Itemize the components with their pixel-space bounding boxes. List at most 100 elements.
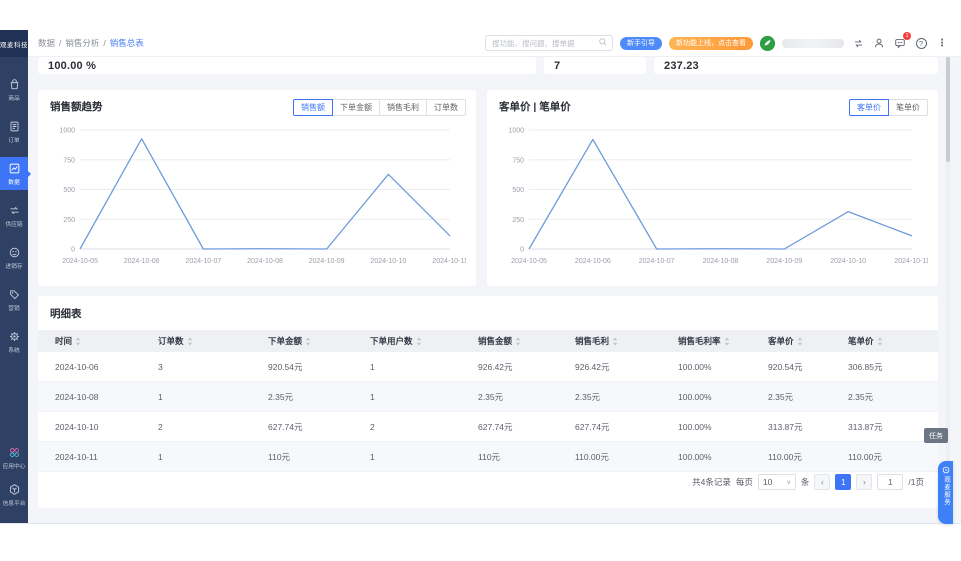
table-cell: 110元 <box>461 442 558 471</box>
table-cell: 100.00% <box>661 442 751 471</box>
sidebar-item-orders[interactable]: 订单 <box>0 115 28 148</box>
pagination: 共4条记录 每页 10 ∨ 条 ‹ 1 › /1页 <box>692 474 924 490</box>
table-cell: 110.00元 <box>751 442 831 471</box>
column-header[interactable]: 客单价 <box>751 330 831 352</box>
help-icon[interactable]: ? <box>914 36 928 50</box>
per-page-label: 每页 <box>736 476 753 488</box>
app-logo[interactable]: 观麦科技 <box>0 30 28 57</box>
sales-trend-chart-card: 销售额趋势 销售额下单金额销售毛利订单数 025050075010002024-… <box>38 90 476 286</box>
more-icon[interactable]: ⋮ <box>935 36 949 50</box>
column-header[interactable]: 销售金额 <box>461 330 558 352</box>
svg-text:1000: 1000 <box>508 128 524 135</box>
breadcrumb: 数据/销售分析/销售总表 <box>38 37 144 49</box>
sidebar-item-info-platform[interactable]: 信息平台 <box>0 478 28 511</box>
sort-icon[interactable] <box>797 337 803 346</box>
sort-icon[interactable] <box>515 337 521 346</box>
table-cell: 2024-10-11 <box>38 442 141 471</box>
stat-card: 7 <box>544 57 646 74</box>
supply-icon <box>8 204 21 217</box>
chart-tab[interactable]: 客单价 <box>849 99 889 116</box>
chart-tab[interactable]: 笔单价 <box>888 99 928 116</box>
column-header[interactable]: 订单数 <box>141 330 251 352</box>
unit-label: 条 <box>801 476 810 488</box>
column-header[interactable]: 笔单价 <box>831 330 938 352</box>
sidebar-item-label: 数据 <box>8 177 19 186</box>
column-header[interactable]: 下单用户数 <box>353 330 461 352</box>
svg-text:500: 500 <box>512 187 524 194</box>
sidebar-item-inventory[interactable]: 进销存 <box>0 241 28 274</box>
task-floating-tab[interactable]: 任务 <box>924 428 948 443</box>
table-cell: 100.00% <box>661 352 751 381</box>
sort-icon[interactable] <box>75 337 81 346</box>
sort-icon[interactable] <box>724 337 730 346</box>
app-window: 观麦科技 数据/销售分析/销售总表 新手引导 新功能上线，点击查看 <box>0 30 961 524</box>
promo-button[interactable]: 新功能上线，点击查看 <box>669 37 753 50</box>
scrollbar-track[interactable] <box>946 57 950 523</box>
page-jump-input[interactable] <box>877 474 903 490</box>
sidebar-item-marketing[interactable]: 营销 <box>0 283 28 316</box>
breadcrumb-item[interactable]: 销售分析 <box>65 37 99 49</box>
swap-account-icon[interactable] <box>851 36 865 50</box>
chart-tab[interactable]: 订单数 <box>426 99 466 116</box>
sidebar: 商品订单数据供应链进销存营销系统 应用中心信息平台 <box>0 57 28 523</box>
breadcrumb-item[interactable]: 销售总表 <box>110 37 144 49</box>
prev-page-button[interactable]: ‹ <box>814 474 830 490</box>
table-cell: 110.00元 <box>558 442 661 471</box>
sales-trend-line-chart: 025050075010002024-10-052024-10-062024-1… <box>46 120 466 270</box>
column-header[interactable]: 销售毛利率 <box>661 330 751 352</box>
scrollbar-thumb[interactable] <box>946 57 950 162</box>
svg-text:2024-10-08: 2024-10-08 <box>247 258 283 265</box>
app-logo-text: 观麦科技 <box>0 39 28 49</box>
sidebar-item-app-center[interactable]: 应用中心 <box>0 441 28 474</box>
column-header[interactable]: 时间 <box>38 330 141 352</box>
table-cell: 2.35元 <box>751 382 831 411</box>
service-floating-tab[interactable]: 观麦服务 <box>938 461 953 524</box>
table-cell: 1 <box>353 382 461 411</box>
column-header[interactable]: 下单金额 <box>251 330 353 352</box>
sidebar-item-data[interactable]: 数据 <box>0 157 28 190</box>
search-input[interactable] <box>492 39 598 48</box>
svg-text:2024-10-07: 2024-10-07 <box>185 258 221 265</box>
breadcrumb-item[interactable]: 数据 <box>38 37 55 49</box>
detail-table-card: 明细表 时间订单数下单金额下单用户数销售金额销售毛利销售毛利率客单价笔单价 20… <box>38 296 938 508</box>
search-icon <box>598 34 608 52</box>
column-header[interactable]: 销售毛利 <box>558 330 661 352</box>
contact-icon[interactable] <box>872 36 886 50</box>
sidebar-item-goods[interactable]: 商品 <box>0 73 28 106</box>
per-page-select[interactable]: 10 ∨ <box>758 474 796 490</box>
chart-tab[interactable]: 下单金额 <box>332 99 380 116</box>
sort-icon[interactable] <box>305 337 311 346</box>
next-page-button[interactable]: › <box>856 474 872 490</box>
svg-text:2024-10-07: 2024-10-07 <box>639 258 675 265</box>
chart-tabs: 销售额下单金额销售毛利订单数 <box>293 99 466 116</box>
table-cell: 110.00元 <box>831 442 938 471</box>
table-cell: 926.42元 <box>558 352 661 381</box>
order-icon <box>8 120 21 133</box>
chart-title: 销售额趋势 <box>50 99 103 114</box>
chart-tab[interactable]: 销售毛利 <box>379 99 427 116</box>
sidebar-item-supply-chain[interactable]: 供应链 <box>0 199 28 232</box>
guide-button[interactable]: 新手引导 <box>620 37 662 50</box>
svg-text:750: 750 <box>63 157 75 164</box>
sort-icon[interactable] <box>612 337 618 346</box>
svg-text:2024-10-08: 2024-10-08 <box>703 258 739 265</box>
gear-icon <box>8 330 21 343</box>
avatar[interactable] <box>760 36 775 51</box>
sort-icon[interactable] <box>187 337 193 346</box>
navbar-right: 新手引导 新功能上线，点击查看 1 ? ⋮ <box>485 35 961 51</box>
message-badge: 1 <box>903 32 911 40</box>
page-1-button[interactable]: 1 <box>835 474 851 490</box>
svg-text:2024-10-09: 2024-10-09 <box>309 258 345 265</box>
sort-icon[interactable] <box>416 337 422 346</box>
sidebar-item-label: 营销 <box>8 303 19 312</box>
table-cell: 2024-10-08 <box>38 382 141 411</box>
table-cell: 2.35元 <box>461 382 558 411</box>
sidebar-item-system[interactable]: 系统 <box>0 325 28 358</box>
message-icon[interactable]: 1 <box>893 36 907 50</box>
global-search[interactable] <box>485 35 613 51</box>
chart-tab[interactable]: 销售额 <box>293 99 333 116</box>
sidebar-item-label: 应用中心 <box>3 461 26 470</box>
table-cell: 100.00% <box>661 412 751 441</box>
sort-icon[interactable] <box>877 337 883 346</box>
table-cell: 926.42元 <box>461 352 558 381</box>
